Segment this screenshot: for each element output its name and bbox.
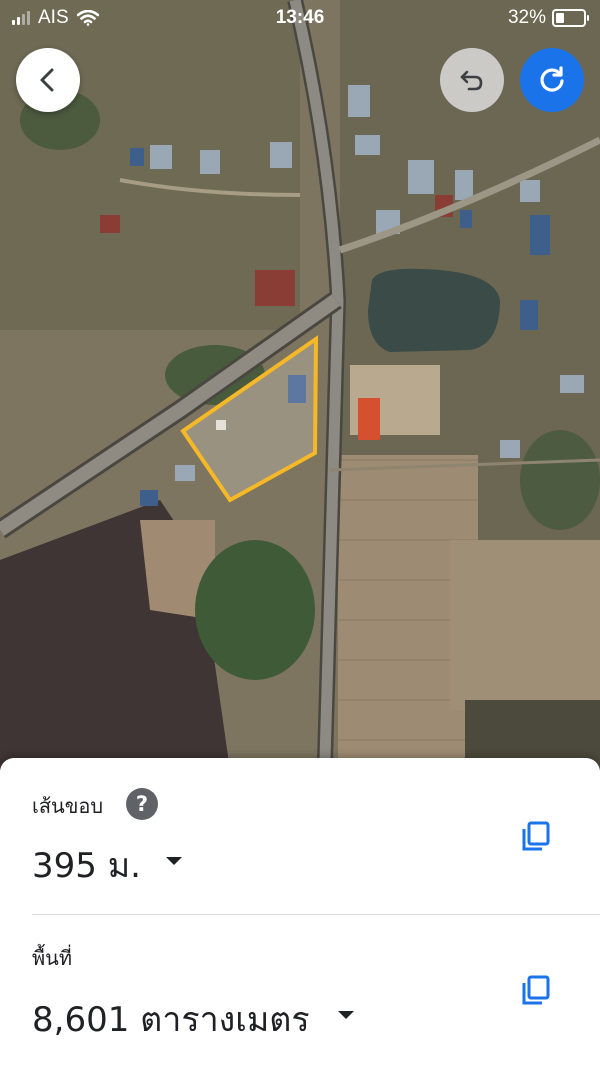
help-icon[interactable]: ? (126, 788, 158, 820)
undo-icon (460, 70, 483, 91)
divider (32, 914, 600, 915)
perimeter-label: เส้นขอบ (32, 794, 104, 818)
perimeter-unit-dropdown-icon[interactable] (166, 857, 182, 865)
area-unit-dropdown-icon[interactable] (338, 1011, 354, 1019)
undo-button[interactable] (440, 48, 504, 112)
battery-icon (552, 9, 589, 27)
perimeter-value: 395 ม. (32, 846, 141, 886)
area-label: พื้นที่ (32, 946, 73, 970)
chevron-left-icon (40, 68, 54, 92)
redo-button[interactable] (520, 48, 584, 112)
redo-icon (540, 66, 564, 92)
measurement-sheet: เส้นขอบ ? 395 ม. พื้นที่ 8,601 ตารางเมตร (0, 758, 600, 1067)
satellite-imagery (0, 0, 600, 770)
area-value: 8,601 ตารางเมตร (32, 1000, 310, 1040)
battery-percent: 32% (507, 7, 546, 28)
status-bar: AIS 13:46 32% (0, 0, 600, 34)
copy-area-icon[interactable] (518, 972, 554, 1008)
back-button[interactable] (16, 48, 80, 112)
satellite-map[interactable] (0, 0, 600, 770)
copy-perimeter-icon[interactable] (518, 818, 554, 854)
